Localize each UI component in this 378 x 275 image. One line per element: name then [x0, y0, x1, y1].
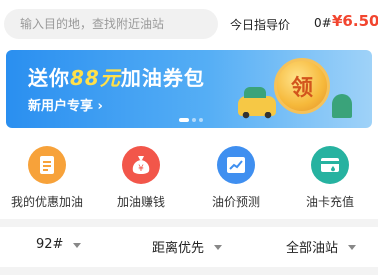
sort-filter-label: 距离优先 [152, 241, 205, 256]
money-bag-icon: ¥ [122, 146, 160, 184]
svg-text:¥: ¥ [138, 164, 144, 174]
carousel-dot [192, 118, 196, 122]
car-illustration-icon [238, 87, 276, 119]
bottom-divider [0, 267, 378, 275]
quick-item-earn-money[interactable]: ¥ 加油赚钱 [94, 136, 188, 210]
grade-filter-label: 92# [36, 237, 64, 252]
promo-banner[interactable]: 送你88元加油券包 新用户专享 › 领 [6, 50, 372, 128]
plant-illustration-icon [332, 94, 352, 118]
carousel-dot [199, 118, 203, 122]
chevron-down-icon [73, 242, 82, 248]
sort-filter-dropdown[interactable]: 距离优先 [152, 237, 223, 256]
quick-label: 加油赚钱 [116, 195, 165, 209]
chevron-down-icon [348, 244, 357, 250]
banner-subtitle[interactable]: 新用户专享 › [28, 95, 103, 114]
filter-bar: 92# 距离优先 全部油站 [0, 227, 378, 267]
station-filter-dropdown[interactable]: 全部油站 [286, 237, 357, 256]
top-bar: 今日指导价 0# ¥6.50 [0, 0, 378, 48]
quick-item-price-forecast[interactable]: 油价预测 [189, 136, 283, 210]
coin-icon: 领 [274, 58, 330, 114]
carousel-dot-active [179, 118, 189, 122]
station-filter-label: 全部油站 [286, 241, 339, 256]
fuel-card-icon [311, 146, 349, 184]
search-box[interactable] [4, 9, 218, 39]
quick-label: 油卡充值 [305, 195, 354, 209]
grade-filter-dropdown[interactable]: 92# [36, 237, 82, 252]
fuel-grade-label[interactable]: 0# [314, 16, 332, 30]
quick-item-discount-refuel[interactable]: 我的优惠加油 [0, 136, 94, 210]
quick-label: 油价预测 [211, 195, 260, 209]
quick-label: 我的优惠加油 [10, 195, 83, 209]
section-divider [0, 219, 378, 227]
chevron-down-icon [214, 244, 223, 250]
banner-title-amount: 88元 [70, 66, 121, 90]
document-icon [28, 146, 66, 184]
quick-item-card-recharge[interactable]: 油卡充值 [283, 136, 377, 210]
coin-text: 领 [290, 76, 313, 101]
trend-chart-icon [217, 146, 255, 184]
banner-title-suffix: 加油券包 [120, 66, 205, 90]
banner-title: 送你88元加油券包 [28, 62, 205, 91]
guide-price-label: 今日指导价 [230, 18, 291, 32]
search-input[interactable] [18, 16, 218, 32]
guide-price-value: ¥6.50 [332, 12, 378, 30]
quick-actions: 我的优惠加油 ¥ 加油赚钱 油价预测 油卡充值 [0, 136, 378, 216]
carousel-indicator [179, 118, 203, 122]
banner-title-prefix: 送你 [28, 66, 70, 90]
